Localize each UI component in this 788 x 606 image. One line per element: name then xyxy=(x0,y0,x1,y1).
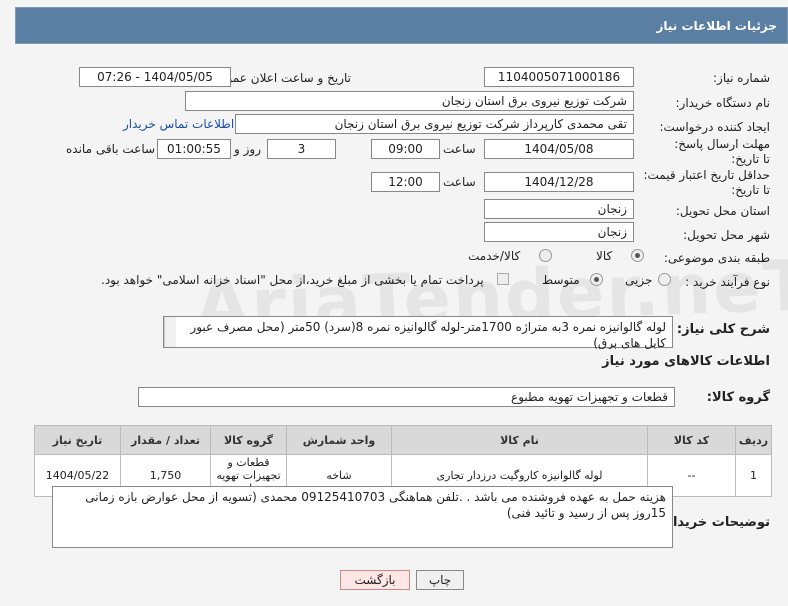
province-field: زنجان xyxy=(484,199,634,219)
page-header: جزئیات اطلاعات نیاز xyxy=(15,7,788,44)
col-date: تاریخ نیاز xyxy=(34,425,121,455)
buyer-field: شرکت توزیع نیروی برق استان زنجان xyxy=(185,91,634,111)
deadline-label: مهلت ارسال پاسخ: تا تاریخ: xyxy=(665,137,770,167)
category-label: طبقه بندی موضوعی: xyxy=(663,251,770,265)
validity-label-text: حداقل تاریخ اعتبار قیمت: تا تاریخ: xyxy=(643,168,770,197)
city-label: شهر محل تحویل: xyxy=(683,228,770,242)
category-goods-radio[interactable] xyxy=(631,249,644,262)
province-label: استان محل تحویل: xyxy=(675,204,770,218)
deadline-time-field: 09:00 xyxy=(371,139,440,159)
deadline-time-label: ساعت xyxy=(443,142,476,156)
deadline-days-label: روز و xyxy=(234,142,261,156)
process-minor-radio[interactable] xyxy=(658,273,671,286)
goods-group-label: گروه کالا: xyxy=(706,390,770,405)
need-number-label: شماره نیاز: xyxy=(713,71,770,85)
validity-time-label: ساعت xyxy=(443,175,476,189)
deadline-days-field: 3 xyxy=(267,139,336,159)
remaining-time-field: 01:00:55 xyxy=(157,139,231,159)
goods-table-header: ردیف کد کالا نام کالا واحد شمارش گروه کا… xyxy=(34,425,772,455)
col-group: گروه کالا xyxy=(210,425,287,455)
page-title: جزئیات اطلاعات نیاز xyxy=(656,19,777,33)
treasury-payment-note: پرداخت تمام یا بخشی از مبلغ خرید،از محل … xyxy=(101,273,484,287)
col-unit: واحد شمارش xyxy=(286,425,392,455)
buyer-notes-label: توضیحات خریدار: xyxy=(660,515,770,530)
buyer-notes-textarea[interactable]: هزینه حمل به عهده فروشنده می باشد . .تلف… xyxy=(52,486,673,548)
summary-textarea[interactable]: لوله گالوانیزه نمره 3به متراژه 1700متر-ل… xyxy=(163,316,673,349)
remaining-time-label: ساعت باقی مانده xyxy=(66,142,156,156)
goods-group-field: قطعات و تجهیزات تهویه مطبوع xyxy=(138,387,675,407)
buyer-label: نام دستگاه خریدار: xyxy=(675,96,771,110)
city-field: زنجان xyxy=(484,222,634,242)
announce-field: 1404/05/05 - 07:26 xyxy=(79,67,231,87)
category-goods-service-label: کالا/خدمت xyxy=(468,249,521,263)
goods-section-title: اطلاعات کالاهای مورد نیاز xyxy=(602,354,770,369)
col-row: ردیف xyxy=(735,425,772,455)
print-button[interactable]: چاپ xyxy=(416,570,464,590)
col-name: نام کالا xyxy=(391,425,648,455)
creator-label: ایجاد کننده درخواست: xyxy=(659,120,770,134)
process-minor-label: جزیی xyxy=(625,273,653,287)
deadline-date-field: 1404/05/08 xyxy=(484,139,634,159)
category-goods-service-radio[interactable] xyxy=(539,249,552,262)
buyer-contact-link[interactable]: اطلاعات تماس خریدار xyxy=(123,117,234,131)
deadline-label-text: مهلت ارسال پاسخ: تا تاریخ: xyxy=(674,137,770,166)
process-medium-radio[interactable] xyxy=(590,273,603,286)
need-number-field: 1104005071000186 xyxy=(484,67,634,87)
validity-date-field: 1404/12/28 xyxy=(484,172,634,192)
cell-row: 1 xyxy=(735,454,772,497)
buyer-notes-text: هزینه حمل به عهده فروشنده می باشد . .تلف… xyxy=(85,490,666,520)
col-qty: تعداد / مقدار xyxy=(120,425,211,455)
treasury-payment-checkbox[interactable] xyxy=(497,273,509,285)
category-goods-label: کالا xyxy=(596,249,613,263)
summary-label: شرح کلی نیاز: xyxy=(676,322,770,337)
col-code: کد کالا xyxy=(647,425,736,455)
summary-scrollbar[interactable] xyxy=(164,317,176,347)
back-button[interactable]: بازگشت xyxy=(340,570,410,590)
summary-text: لوله گالوانیزه نمره 3به متراژه 1700متر-ل… xyxy=(190,320,666,349)
process-medium-label: متوسط xyxy=(542,273,580,287)
validity-time-field: 12:00 xyxy=(371,172,440,192)
process-label: نوع فرآیند خرید : xyxy=(685,275,770,289)
creator-field: تقی محمدی کارپرداز شرکت توزیع نیروی برق … xyxy=(235,114,634,134)
validity-label: حداقل تاریخ اعتبار قیمت: تا تاریخ: xyxy=(640,168,770,198)
